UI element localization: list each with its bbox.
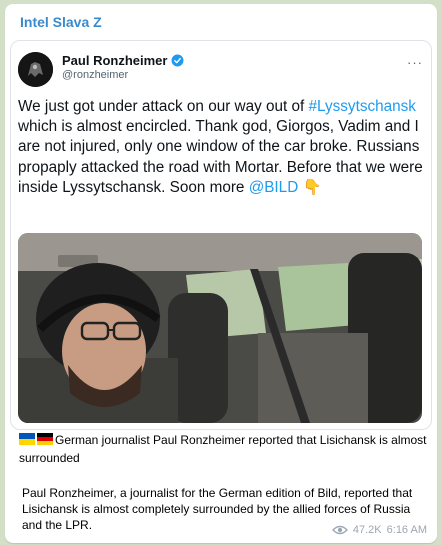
- verified-badge-icon: [172, 54, 184, 67]
- ukraine-flag-icon: [19, 433, 35, 450]
- view-count: 47.2K: [352, 524, 382, 536]
- avatar[interactable]: [18, 52, 53, 87]
- tweet-text-part-2: which is almost encircled. Thank god, Gi…: [18, 118, 423, 196]
- tweet-text-part-1: We just got under attack on our way out …: [18, 98, 309, 115]
- tweet-text: We just got under attack on our way out …: [18, 97, 430, 198]
- caption-headline-text: German journalist Paul Ronzheimer report…: [19, 433, 427, 465]
- hashtag-link[interactable]: #Lyssytschansk: [309, 98, 416, 115]
- more-options-icon[interactable]: ···: [407, 55, 423, 70]
- message-card: Intel Slava Z Paul Ronzheimer @ronzheime…: [5, 4, 437, 543]
- tweet-photo[interactable]: [18, 233, 422, 423]
- channel-name[interactable]: Intel Slava Z: [20, 14, 102, 30]
- mention-link[interactable]: @BILD: [249, 179, 299, 196]
- views-eye-icon: [331, 525, 348, 535]
- message-meta: 47.2K 6:16 AM: [331, 524, 427, 536]
- embedded-tweet[interactable]: Paul Ronzheimer @ronzheimer ··· We just …: [10, 40, 432, 430]
- author-row: Paul Ronzheimer: [62, 53, 184, 68]
- author-name[interactable]: Paul Ronzheimer: [62, 53, 167, 68]
- germany-flag-icon: [37, 433, 53, 450]
- pointing-down-emoji: 👇: [302, 178, 322, 196]
- car-interior-photo: [18, 233, 422, 423]
- avatar-image: [18, 52, 53, 87]
- message-time: 6:16 AM: [386, 524, 427, 536]
- author-handle[interactable]: @ronzheimer: [62, 69, 128, 81]
- caption-headline: German journalist Paul Ronzheimer report…: [19, 432, 429, 467]
